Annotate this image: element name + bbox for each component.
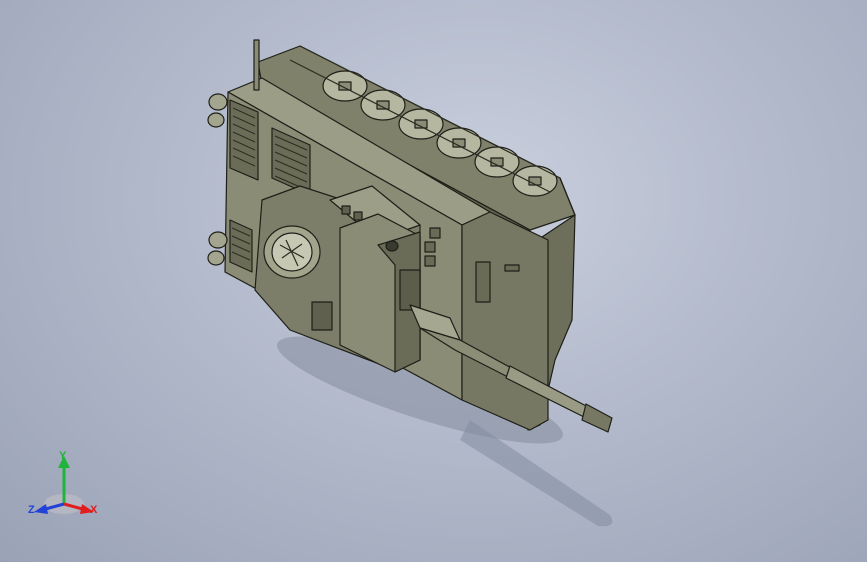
exhaust-pipes bbox=[207, 93, 228, 266]
commander-cupola bbox=[263, 225, 321, 279]
engine-grille-left bbox=[229, 99, 259, 181]
x-axis-label: X bbox=[90, 504, 98, 516]
tank-model[interactable] bbox=[0, 0, 867, 562]
graphics-viewport[interactable]: X Y Z bbox=[0, 0, 867, 562]
z-axis-arrow bbox=[34, 504, 48, 514]
y-axis-label: Y bbox=[59, 450, 67, 462]
orientation-triad[interactable]: X Y Z bbox=[24, 446, 104, 526]
z-axis-label: Z bbox=[28, 504, 35, 516]
antenna bbox=[253, 39, 260, 91]
